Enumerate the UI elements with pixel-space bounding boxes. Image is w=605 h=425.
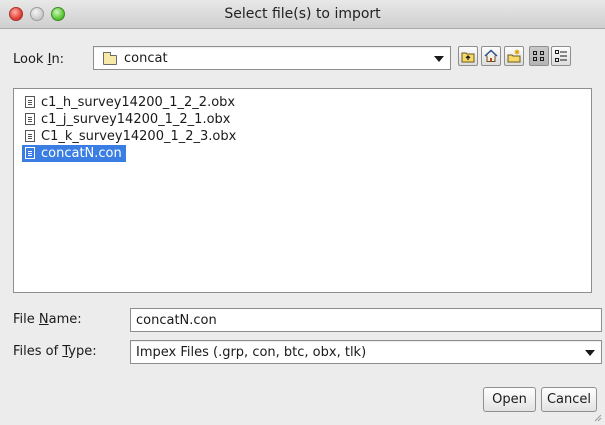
resize-grip-icon[interactable] bbox=[592, 412, 602, 422]
file-type-value: Impex Files (.grp, con, btc, obx, tlk) bbox=[136, 345, 367, 360]
file-name-value: concatN.con bbox=[136, 313, 217, 328]
new-folder-icon bbox=[507, 49, 521, 63]
document-icon bbox=[25, 96, 35, 108]
new-folder-button[interactable] bbox=[504, 46, 524, 66]
file-name-text: concatN.con bbox=[41, 146, 122, 161]
file-list[interactable]: c1_h_survey14200_1_2_2.obx c1_j_survey14… bbox=[13, 88, 592, 293]
look-in-value: concat bbox=[124, 51, 168, 66]
folder-icon bbox=[103, 52, 117, 65]
document-icon bbox=[25, 147, 35, 159]
look-in-dropdown[interactable]: concat bbox=[93, 46, 451, 70]
file-type-label: Files of Type: bbox=[13, 344, 97, 359]
home-icon bbox=[484, 49, 498, 62]
details-view-icon bbox=[555, 50, 567, 62]
chevron-down-icon bbox=[585, 350, 595, 356]
open-button[interactable]: Open bbox=[483, 387, 536, 412]
chevron-down-icon bbox=[434, 56, 444, 62]
list-view-button[interactable] bbox=[529, 46, 549, 66]
document-icon bbox=[25, 130, 35, 142]
file-type-dropdown[interactable]: Impex Files (.grp, con, btc, obx, tlk) bbox=[130, 340, 602, 364]
up-folder-icon bbox=[461, 52, 475, 63]
file-name-text: C1_k_survey14200_1_2_3.obx bbox=[41, 129, 237, 144]
file-list-item-selected[interactable]: concatN.con bbox=[22, 145, 126, 162]
file-name-label: File Name: bbox=[13, 312, 82, 327]
list-view-icon bbox=[533, 51, 544, 61]
file-name-text: c1_h_survey14200_1_2_2.obx bbox=[41, 95, 236, 110]
file-list-item[interactable]: C1_k_survey14200_1_2_3.obx bbox=[22, 128, 240, 145]
file-list-item[interactable]: c1_j_survey14200_1_2_1.obx bbox=[22, 111, 234, 128]
cancel-button[interactable]: Cancel bbox=[541, 387, 597, 412]
home-button[interactable] bbox=[481, 46, 501, 66]
file-name-text: c1_j_survey14200_1_2_1.obx bbox=[41, 112, 231, 127]
file-list-item[interactable]: c1_h_survey14200_1_2_2.obx bbox=[22, 94, 239, 111]
window-title: Select file(s) to import bbox=[224, 6, 381, 22]
title-bar[interactable]: Select file(s) to import bbox=[0, 0, 605, 29]
file-name-field[interactable]: concatN.con bbox=[130, 308, 602, 332]
details-view-button[interactable] bbox=[551, 46, 571, 66]
look-in-label: Look In: bbox=[13, 52, 65, 67]
import-dialog: Select file(s) to import Look In: concat bbox=[0, 0, 605, 425]
up-folder-button[interactable] bbox=[458, 46, 478, 66]
document-icon bbox=[25, 113, 35, 125]
